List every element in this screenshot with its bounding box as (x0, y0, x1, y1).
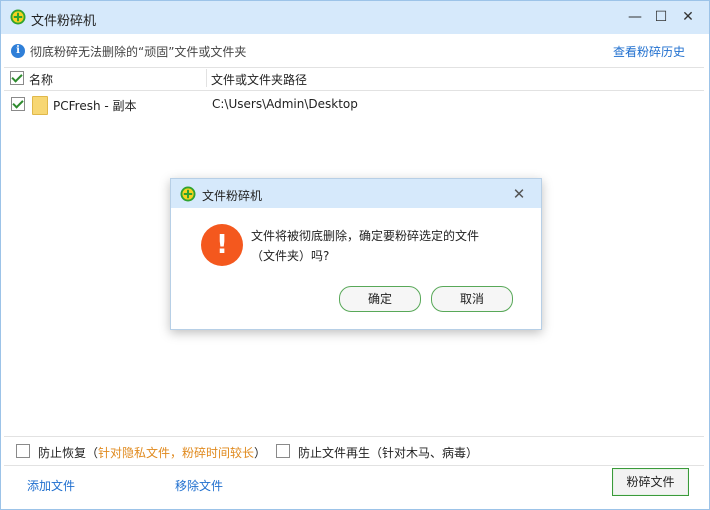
column-divider[interactable] (206, 69, 207, 87)
info-text: 彻底粉碎无法删除的“顽固”文件或文件夹 (30, 45, 247, 59)
prevent-recovery-close-paren: ） (254, 446, 267, 460)
add-file-link[interactable]: 添加文件 (27, 477, 75, 494)
confirm-dialog: 文件粉碎机 ✕ ! 文件将被彻底删除，确定要粉碎选定的文件 （文件夹）吗? 确定… (170, 178, 542, 330)
dialog-message-line1: 文件将被彻底删除，确定要粉碎选定的文件 (251, 229, 480, 243)
dialog-app-logo-icon (180, 186, 196, 202)
prevent-regen-label[interactable]: 防止文件再生（针对木马、病毒） (298, 444, 478, 461)
row-checkbox[interactable] (11, 97, 25, 111)
info-icon: i (11, 44, 25, 58)
prevent-recovery-note: 针对隐私文件，粉碎时间较长 (98, 446, 255, 460)
dialog-message-line2: （文件夹）吗? (251, 249, 330, 263)
warning-icon: ! (201, 224, 243, 266)
app-logo-icon (10, 9, 26, 25)
dialog-close-button[interactable]: ✕ (509, 184, 529, 204)
maximize-button[interactable]: ☐ (649, 7, 673, 27)
title-bar: 文件粉碎机 — ☐ ✕ (1, 1, 709, 34)
dialog-title: 文件粉碎机 (202, 189, 263, 203)
prevent-recovery-checkbox[interactable] (16, 444, 30, 458)
column-header-name[interactable]: 名称 (29, 71, 53, 88)
row-file-path[interactable]: C:\Users\Admin\Desktop (212, 97, 358, 111)
confirm-button[interactable]: 确定 (339, 286, 421, 312)
cancel-button[interactable]: 取消 (431, 286, 513, 312)
row-file-name[interactable]: PCFresh - 副本 (53, 97, 137, 114)
column-header-path[interactable]: 文件或文件夹路径 (211, 71, 307, 88)
close-button[interactable]: ✕ (676, 7, 700, 27)
remove-file-link[interactable]: 移除文件 (175, 477, 223, 494)
folder-icon (32, 96, 48, 115)
dialog-title-bar: 文件粉碎机 ✕ (171, 179, 541, 208)
prevent-recovery-text: 防止恢复（ (38, 446, 99, 460)
shred-files-button[interactable]: 粉碎文件 (612, 468, 689, 496)
view-history-link[interactable]: 查看粉碎历史 (613, 43, 685, 60)
table-header (4, 67, 704, 91)
window-title: 文件粉碎机 (31, 14, 97, 29)
prevent-regen-checkbox[interactable] (276, 444, 290, 458)
prevent-recovery-label[interactable]: 防止恢复（针对隐私文件，粉碎时间较长） (38, 444, 266, 461)
minimize-button[interactable]: — (623, 7, 647, 27)
select-all-checkbox[interactable] (10, 71, 24, 85)
